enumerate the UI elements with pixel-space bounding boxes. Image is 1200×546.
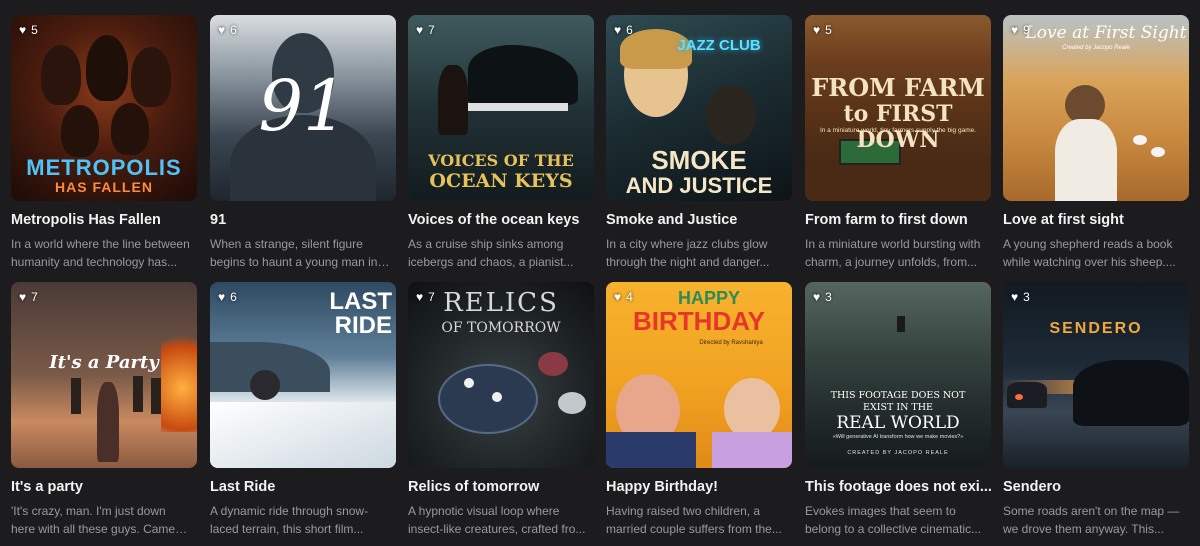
- video-description: 'It's crazy, man. I'm just down here wit…: [11, 504, 176, 536]
- poster-title-line2: EXIST IN THE: [863, 402, 933, 413]
- poster-subtitle: BIRTHDAY: [633, 306, 765, 336]
- heart-icon: ♥: [813, 23, 821, 37]
- neon-sign: JAZZ CLUB: [677, 37, 761, 54]
- video-title[interactable]: 91: [210, 212, 398, 228]
- video-title[interactable]: Last Ride: [210, 479, 398, 495]
- like-count[interactable]: ♥ 3: [1011, 290, 1030, 304]
- like-count[interactable]: ♥ 4: [614, 290, 633, 304]
- poster-title-line3: REAL WORLD: [836, 413, 960, 433]
- heart-icon: ♥: [19, 23, 27, 37]
- thumbnail[interactable]: ♥ 7 It's a Party: [11, 282, 197, 468]
- heart-icon: ♥: [218, 290, 226, 304]
- video-title[interactable]: Metropolis Has Fallen: [11, 212, 199, 228]
- video-description: When a strange, silent figure begins to …: [210, 237, 378, 269]
- poster-credit: CREATED BY JACOPO REALE: [847, 450, 949, 456]
- thumbnail[interactable]: ♥ 6 LAST RIDE: [210, 282, 396, 468]
- like-count[interactable]: ♥ 5: [813, 23, 832, 37]
- thumbnail[interactable]: ♥ 7 VOICES OF THE OCEAN KEYS: [408, 15, 594, 201]
- poster-title: SENDERO: [1049, 320, 1143, 337]
- poster-title: 91: [258, 65, 348, 147]
- poster-subtitle: HAS FALLEN: [55, 179, 153, 195]
- video-card[interactable]: ♥ 6 91 91 When a strange, silent figure …: [210, 15, 398, 271]
- thumbnail[interactable]: ♥ 4 HAPPY BIRTHDAY Directed by Ravshaniy…: [606, 282, 792, 468]
- like-count[interactable]: ♥ 6: [218, 23, 237, 37]
- video-card[interactable]: ♥ 9 Love at First Sight Created by Jacop…: [1003, 15, 1191, 271]
- video-card[interactable]: ♥ 3 THIS FOOTAGE DOES NOT EXIST IN THE R…: [805, 282, 993, 538]
- heart-icon: ♥: [19, 290, 27, 304]
- poster-tagline: «Will generative AI transform how we mak…: [832, 434, 964, 440]
- heart-icon: ♥: [614, 290, 622, 304]
- poster-subtitle: AND JUSTICE: [625, 173, 773, 198]
- video-description: A dynamic ride through snow-laced terrai…: [210, 504, 369, 536]
- video-card[interactable]: ♥ 3 SENDERO Sendero Some roads aren't on…: [1003, 282, 1191, 538]
- video-card[interactable]: ♥ 6 LAST RIDE Last Ride A dynamic ride t…: [210, 282, 398, 538]
- poster-title: FROM FARM: [811, 73, 985, 102]
- thumbnail[interactable]: ♥ 9 Love at First Sight Created by Jacop…: [1003, 15, 1189, 201]
- video-card[interactable]: ♥ 4 HAPPY BIRTHDAY Directed by Ravshaniy…: [606, 282, 794, 538]
- thumbnail[interactable]: ♥ 6 91: [210, 15, 396, 201]
- poster-title: It's a Party: [49, 352, 159, 373]
- heart-icon: ♥: [416, 23, 424, 37]
- video-title[interactable]: From farm to first down: [805, 212, 993, 228]
- video-card[interactable]: ♥ 7 RELICS OF TOMORROW Relics of tomorro…: [408, 282, 596, 538]
- video-title[interactable]: This footage does not exi...: [805, 479, 993, 495]
- video-card[interactable]: ♥ 5 FROM FARM to FIRST DOWN In a miniatu…: [805, 15, 993, 271]
- heart-icon: ♥: [1011, 23, 1019, 37]
- thumbnail[interactable]: ♥ 5 METROPOLIS HAS FALLEN: [11, 15, 197, 201]
- poster-title: THIS FOOTAGE DOES NOT: [830, 390, 966, 401]
- like-count[interactable]: ♥ 7: [416, 290, 435, 304]
- video-card[interactable]: ♥ 5 METROPOLIS HAS FALLEN Metropolis Has…: [11, 15, 199, 271]
- video-title[interactable]: Voices of the ocean keys: [408, 212, 596, 228]
- poster-tagline: In a miniature world, tiny farmers suppl…: [819, 127, 977, 134]
- thumbnail[interactable]: ♥ 7 RELICS OF TOMORROW: [408, 282, 594, 468]
- poster-subtitle: OCEAN KEYS: [429, 170, 573, 192]
- heart-icon: ♥: [416, 290, 424, 304]
- video-description: In a world where the line between humani…: [11, 237, 190, 269]
- poster-title: VOICES OF THE: [428, 151, 574, 170]
- like-count[interactable]: ♥ 5: [19, 23, 38, 37]
- video-description: In a miniature world bursting with charm…: [805, 237, 981, 269]
- like-count[interactable]: ♥ 6: [614, 23, 633, 37]
- video-grid: ♥ 5 METROPOLIS HAS FALLEN Metropolis Has…: [0, 0, 1200, 546]
- poster-title: RELICS: [443, 288, 559, 318]
- poster-credit: Directed by Ravshaniya: [699, 340, 763, 346]
- video-title[interactable]: It's a party: [11, 479, 199, 495]
- heart-icon: ♥: [614, 23, 622, 37]
- heart-icon: ♥: [218, 23, 226, 37]
- video-description: Evokes images that seem to belong to a c…: [805, 504, 982, 536]
- video-description: A hypnotic visual loop where insect-like…: [408, 504, 586, 536]
- video-description: In a city where jazz clubs glow through …: [606, 237, 770, 269]
- like-count[interactable]: ♥ 7: [416, 23, 435, 37]
- like-count[interactable]: ♥ 6: [218, 290, 237, 304]
- video-description: As a cruise ship sinks among icebergs an…: [408, 237, 574, 269]
- poster-title: METROPOLIS: [26, 155, 182, 180]
- video-card[interactable]: ♥ 6 JAZZ CLUB SMOKE AND JUSTICE Smoke an…: [606, 15, 794, 271]
- heart-icon: ♥: [1011, 290, 1019, 304]
- poster-title: SMOKE: [651, 145, 747, 175]
- like-count[interactable]: ♥ 7: [19, 290, 38, 304]
- video-title[interactable]: Smoke and Justice: [606, 212, 794, 228]
- like-count[interactable]: ♥ 3: [813, 290, 832, 304]
- thumbnail[interactable]: ♥ 3 THIS FOOTAGE DOES NOT EXIST IN THE R…: [805, 282, 991, 468]
- thumbnail[interactable]: ♥ 5 FROM FARM to FIRST DOWN In a miniatu…: [805, 15, 991, 201]
- video-title[interactable]: Happy Birthday!: [606, 479, 794, 495]
- poster-title: Love at First Sight: [1025, 23, 1187, 43]
- like-count[interactable]: ♥ 9: [1011, 23, 1030, 37]
- video-description: A young shepherd reads a book while watc…: [1003, 237, 1176, 269]
- video-description: Some roads aren't on the map — we drove …: [1003, 504, 1180, 536]
- video-description: Having raised two children, a married co…: [606, 504, 782, 536]
- heart-icon: ♥: [813, 290, 821, 304]
- poster-subtitle: RIDE: [334, 312, 392, 339]
- video-title[interactable]: Relics of tomorrow: [408, 479, 596, 495]
- video-title[interactable]: Love at first sight: [1003, 212, 1191, 228]
- video-card[interactable]: ♥ 7 VOICES OF THE OCEAN KEYS Voices of t…: [408, 15, 596, 271]
- thumbnail[interactable]: ♥ 6 JAZZ CLUB SMOKE AND JUSTICE: [606, 15, 792, 201]
- poster-subtitle: OF TOMORROW: [441, 320, 561, 336]
- video-card[interactable]: ♥ 7 It's a Party It's a party 'It's craz…: [11, 282, 199, 538]
- poster-credit: Created by Jacopo Reale: [1062, 45, 1130, 51]
- video-title[interactable]: Sendero: [1003, 479, 1191, 495]
- thumbnail[interactable]: ♥ 3 SENDERO: [1003, 282, 1189, 468]
